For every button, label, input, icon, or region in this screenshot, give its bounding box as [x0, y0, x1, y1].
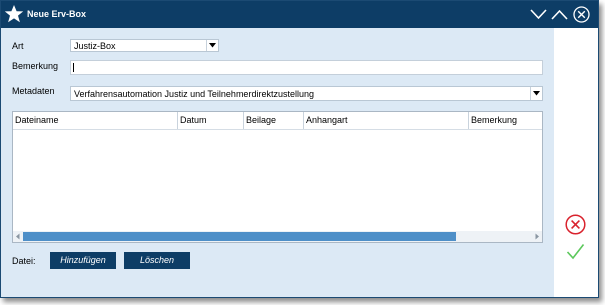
action-panel [554, 28, 598, 297]
attachments-table: Dateiname Datum Beilage Anhangart Bemerk… [12, 111, 543, 243]
table-header: Dateiname Datum Beilage Anhangart Bemerk… [13, 112, 542, 130]
column-header-beilage[interactable]: Beilage [244, 112, 304, 129]
column-header-dateiname[interactable]: Dateiname [13, 112, 178, 129]
horizontal-scrollbar[interactable] [13, 231, 542, 242]
metadaten-select-value: Verfahrensautomation Justiz und Teilnehm… [74, 89, 314, 99]
chevron-up-icon[interactable] [551, 6, 568, 23]
close-icon[interactable] [573, 6, 590, 23]
scroll-right-icon[interactable] [532, 231, 542, 242]
confirm-check-icon[interactable] [566, 243, 585, 260]
delete-file-button[interactable]: Löschen [124, 252, 190, 269]
text-caret [73, 63, 74, 72]
column-header-bemerkung[interactable]: Bemerkung [469, 112, 542, 129]
dropdown-arrow-icon[interactable] [206, 40, 218, 51]
star-icon [4, 5, 24, 23]
art-select-value: Justiz-Box [74, 41, 116, 51]
cancel-icon[interactable] [565, 214, 586, 235]
add-file-button[interactable]: Hinzufügen [50, 252, 116, 269]
bemerkung-label: Bemerkung [12, 61, 59, 71]
title-bar: Neue Erv-Box [1, 1, 598, 28]
column-header-anhangart[interactable]: Anhangart [304, 112, 469, 129]
art-select[interactable]: Justiz-Box [70, 39, 219, 52]
dropdown-arrow-icon[interactable] [530, 87, 542, 100]
chevron-down-icon[interactable] [530, 6, 547, 23]
scrollbar-thumb[interactable] [23, 232, 456, 241]
metadaten-label: Metadaten [12, 86, 55, 96]
scroll-left-icon[interactable] [13, 231, 23, 242]
metadaten-select[interactable]: Verfahrensautomation Justiz und Teilnehm… [70, 86, 543, 101]
column-header-datum[interactable]: Datum [178, 112, 244, 129]
bemerkung-input[interactable] [70, 60, 543, 75]
form-area: Art Justiz-Box Bemerkung Metadaten Verfa… [1, 28, 554, 297]
datei-label: Datei: [12, 256, 36, 266]
art-label: Art [12, 41, 24, 51]
dialog-window: Neue Erv-Box Art Justiz-Box Bemerkung Me… [0, 0, 599, 298]
window-title: Neue Erv-Box [27, 9, 87, 19]
